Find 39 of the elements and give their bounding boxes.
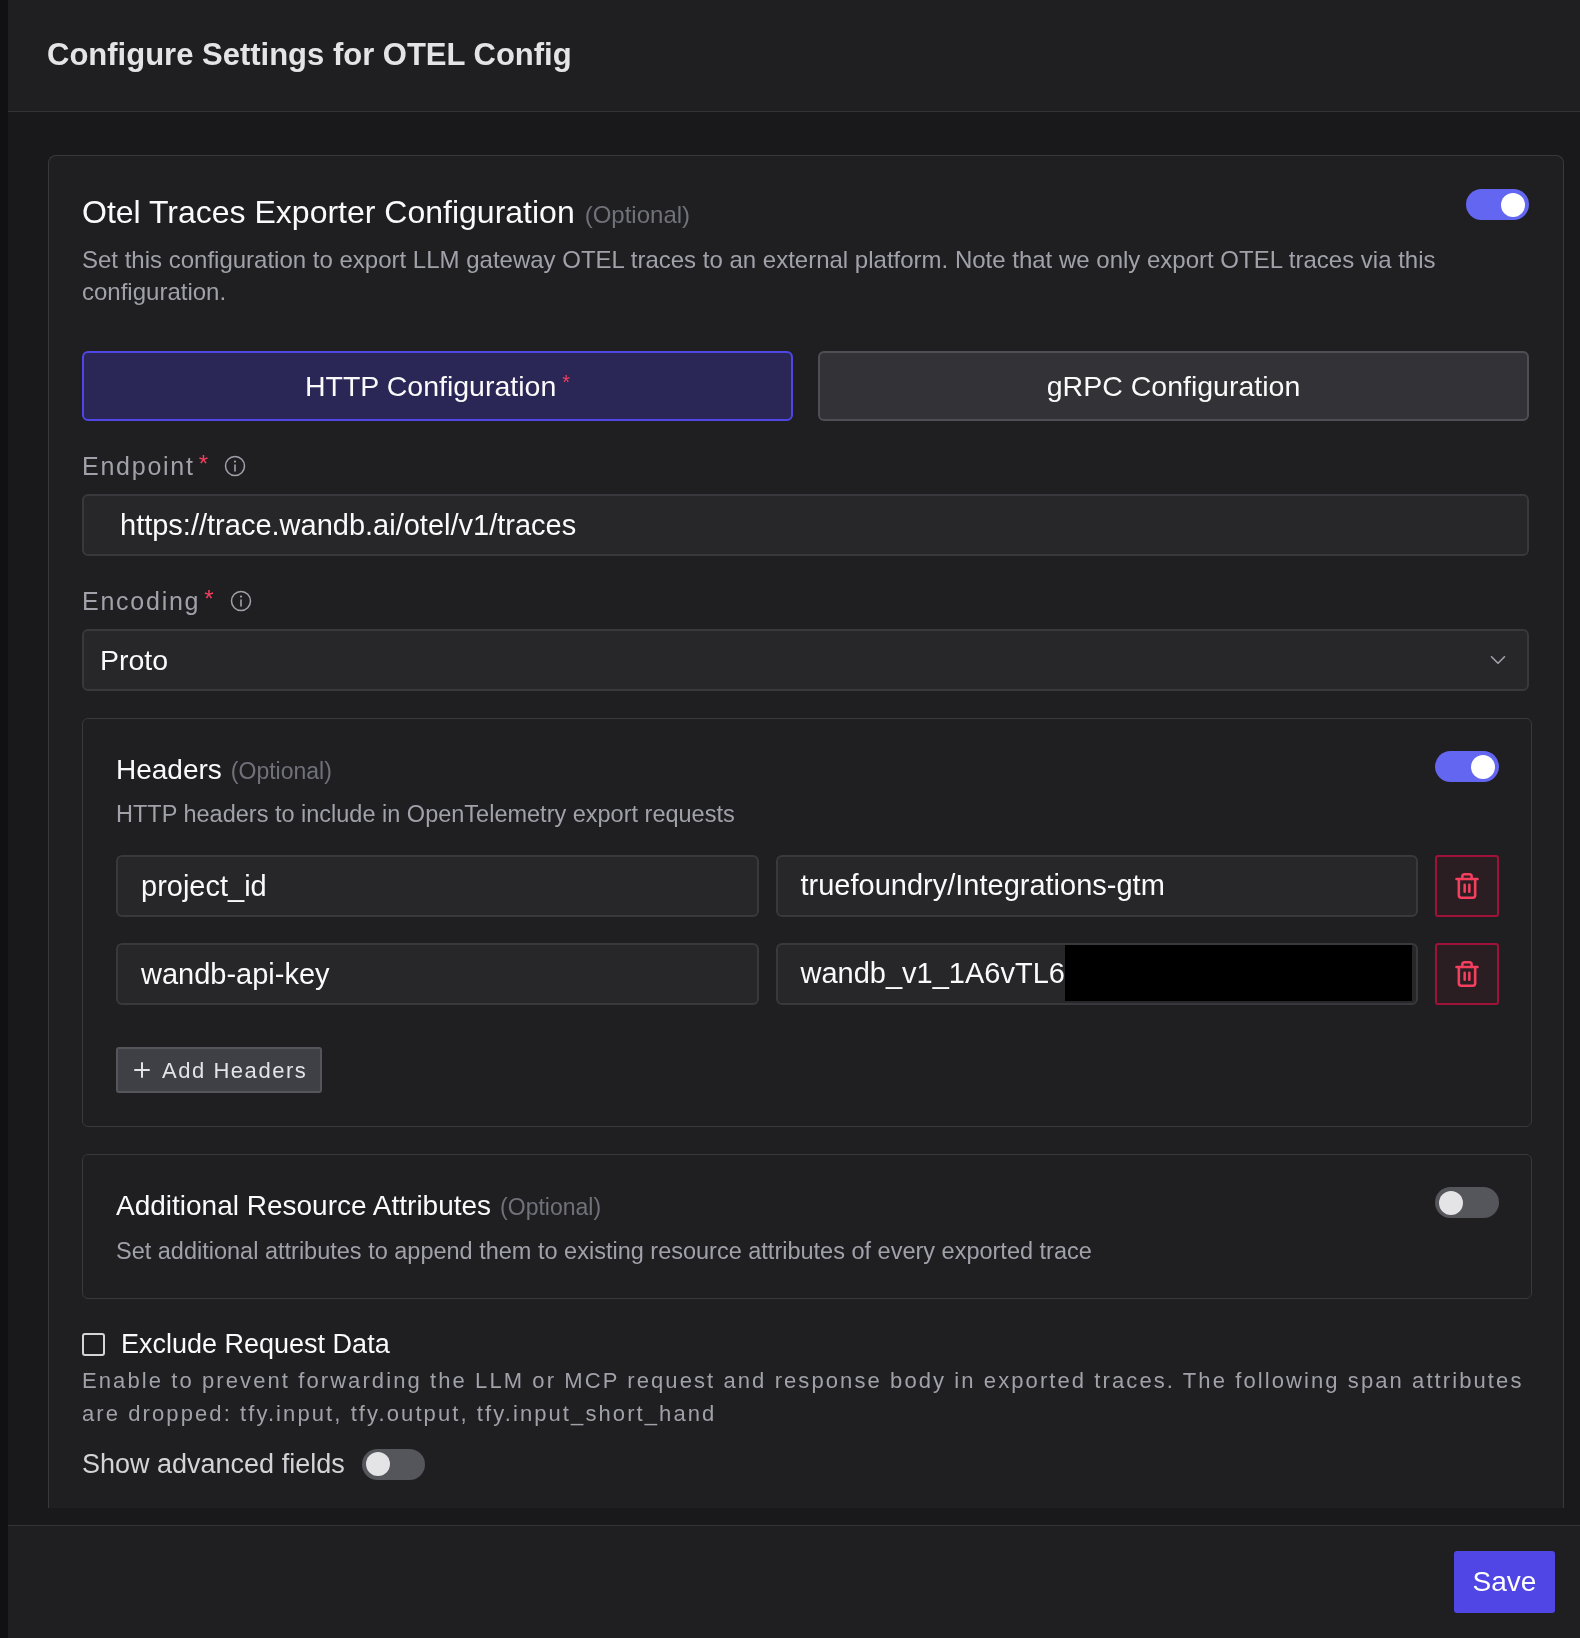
optional-label: (Optional)	[584, 200, 691, 230]
toggle-switch[interactable]	[361, 1448, 425, 1480]
toggle-switch[interactable]	[1435, 1187, 1499, 1218]
trash-icon	[1453, 872, 1481, 900]
section-description: Set additional attributes to append them to existing resource attributes of every exported trace	[116, 1237, 1093, 1266]
section-title: Additional Resource Attributes	[116, 1189, 492, 1223]
checkbox[interactable]	[82, 1332, 105, 1356]
required-mark: *	[562, 372, 571, 392]
config-tab[interactable]: HTTP Configuration *	[82, 351, 793, 421]
section-description: HTTP headers to include in OpenTelemetry export requests	[116, 800, 736, 829]
header-key-input[interactable]: wandb-api-key	[116, 943, 759, 1005]
header-value-input[interactable]: wandb_v1_1A6vTL6	[775, 943, 1418, 1005]
text-input[interactable]: https://trace.wandb.ai/otel/v1/traces	[82, 494, 1529, 556]
toggle-switch[interactable]	[1435, 751, 1499, 782]
delete-button[interactable]	[1435, 943, 1499, 1005]
config-tab[interactable]: gRPC Configuration	[818, 351, 1529, 421]
header-key-input[interactable]: project_id	[116, 855, 759, 917]
add-headers-button[interactable]: Add Headers	[116, 1047, 323, 1093]
select-dropdown[interactable]: Proto	[82, 629, 1529, 691]
optional-label: (Optional)	[500, 1193, 602, 1222]
trash-icon	[1453, 960, 1481, 988]
info-icon	[224, 455, 247, 477]
delete-button[interactable]	[1435, 855, 1499, 917]
required-mark: *	[198, 449, 209, 479]
header-value-input[interactable]: truefoundry/Integrations-gtm	[775, 855, 1418, 917]
toggle-label: Show advanced fields	[82, 1448, 345, 1480]
field-label: Endpoint	[82, 451, 195, 481]
section-description: Set this configuration to export LLM gateway OTEL traces to an external platform. Note that we only export OTEL traces via this configuration.	[82, 245, 1437, 307]
info-icon	[229, 590, 252, 612]
toggle-switch[interactable]	[1466, 189, 1529, 220]
optional-label: (Optional)	[230, 757, 332, 786]
dialog-title: Configure Settings for OTEL Config	[47, 36, 572, 75]
section-title: Headers	[116, 753, 222, 787]
section-title: Otel Traces Exporter Configuration	[82, 193, 575, 232]
checkbox-label: Exclude Request Data	[121, 1328, 390, 1361]
required-mark: *	[204, 584, 214, 614]
save-button[interactable]: Save	[1454, 1551, 1555, 1613]
option-description: Enable to prevent forwarding the LLM or MCP request and response body in exported traces. The following span attributes are dropped: tfy.input, tfy.output, tfy.input_short_hand	[82, 1367, 1525, 1428]
field-label: Encoding	[82, 586, 201, 616]
